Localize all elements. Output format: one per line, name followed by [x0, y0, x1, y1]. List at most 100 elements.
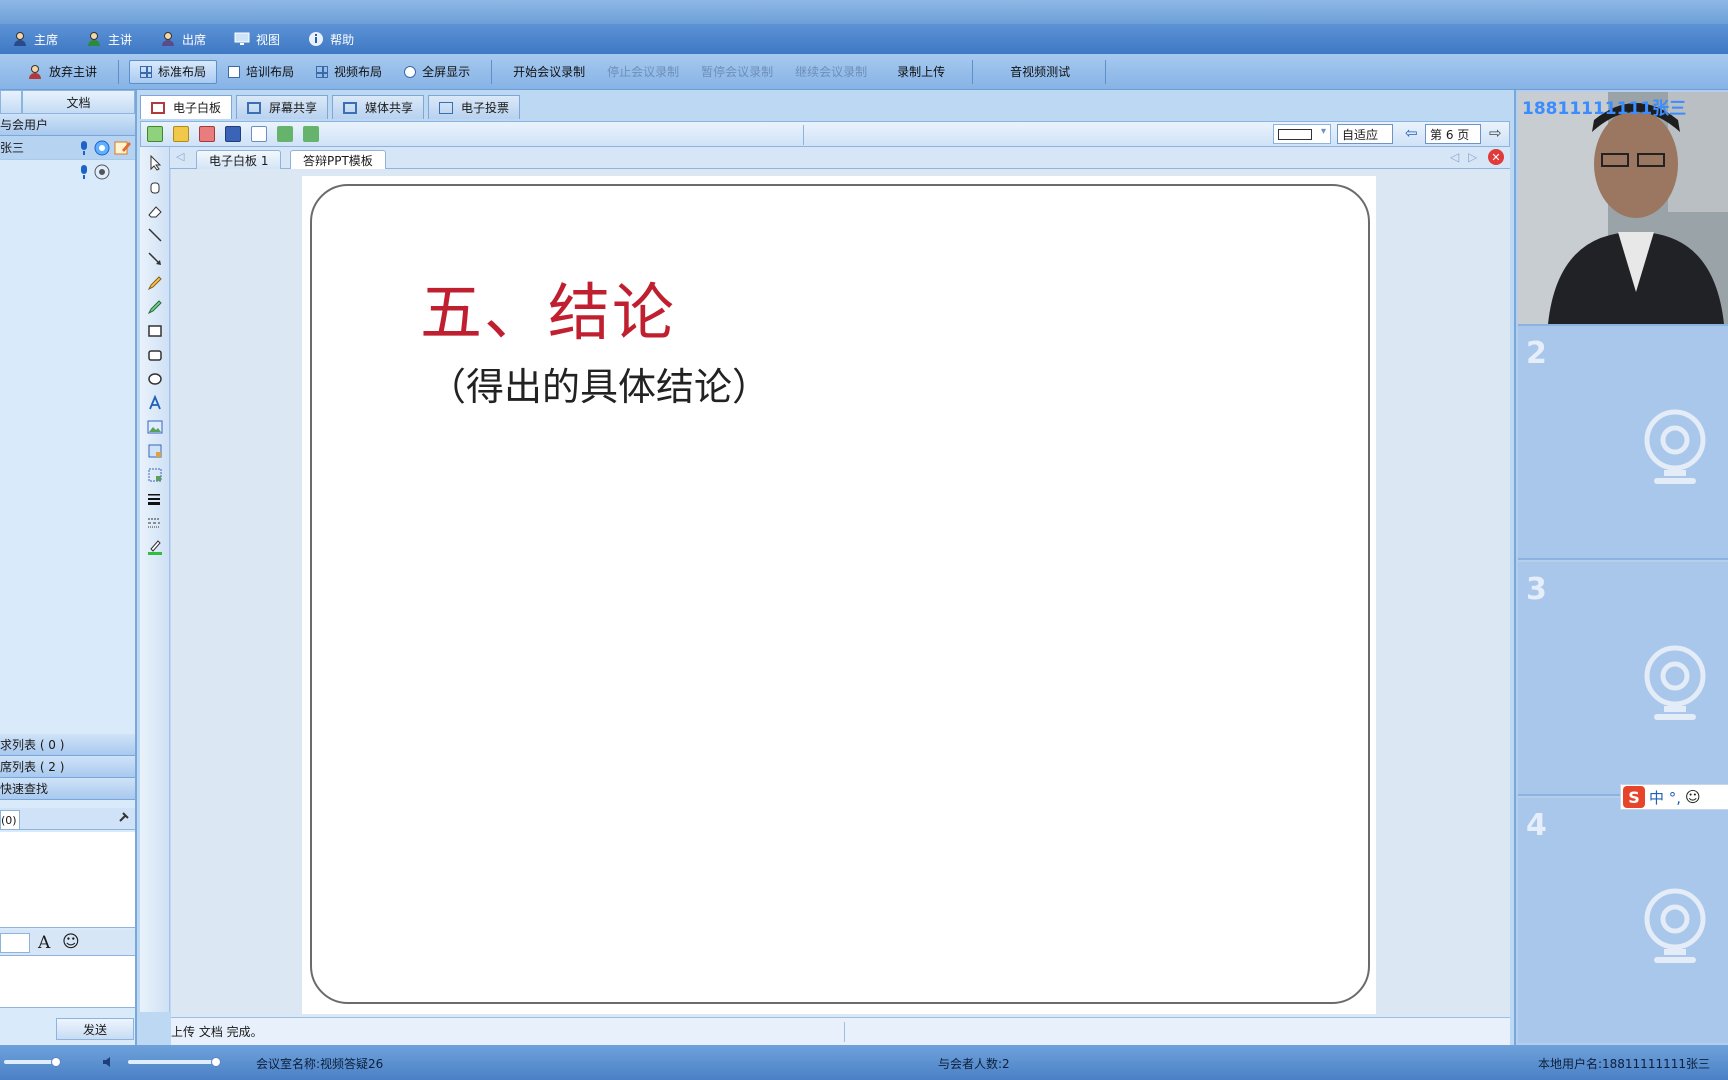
select-area-icon[interactable] [147, 467, 163, 483]
import-doc-icon[interactable] [199, 126, 215, 142]
stop-record-button[interactable]: 停止会议录制 [596, 60, 690, 84]
video-slot-2-number: 2 [1526, 336, 1547, 371]
speaker-volume-slider[interactable] [128, 1060, 218, 1064]
user-row[interactable]: 张三 [0, 136, 135, 160]
quick-find-header[interactable]: 快速查找 [0, 778, 135, 800]
zoom-select[interactable]: 自适应 [1337, 124, 1393, 144]
snapshot-icon[interactable] [251, 126, 267, 142]
chat-input[interactable] [0, 956, 135, 1008]
new-page-icon[interactable] [147, 126, 163, 142]
tab-media-share[interactable]: 媒体共享 [332, 95, 425, 119]
prev-page-icon[interactable]: ⇦ [1405, 124, 1418, 142]
attendees-header-label: 与会用户 [0, 118, 49, 132]
attend-list-header[interactable]: 席列表 ( 2 ) [0, 756, 135, 778]
next-page-icon[interactable]: ⇨ [1489, 124, 1502, 142]
pencil-icon[interactable] [147, 275, 163, 291]
microphone-icon[interactable] [78, 164, 90, 180]
speaker-volume-knob[interactable] [211, 1057, 221, 1067]
open-folder-icon[interactable] [173, 126, 189, 142]
send-button[interactable]: 发送 [56, 1018, 134, 1040]
video-slot-3-number: 3 [1526, 572, 1547, 607]
line-style-icon[interactable] [147, 515, 163, 531]
text-icon[interactable] [147, 395, 163, 411]
camera-icon[interactable] [94, 164, 110, 180]
tab-users[interactable] [0, 90, 22, 114]
whiteboard-status-bar: 上传 文档 完成。 [171, 1017, 1510, 1045]
speaker-icon[interactable] [102, 1055, 116, 1069]
video-slot-4[interactable]: 4 [1518, 798, 1728, 1043]
request-list-header[interactable]: 求列表 ( 0 ) [0, 734, 135, 756]
tab-screen-share[interactable]: 屏幕共享 [236, 95, 329, 119]
hand-icon[interactable] [147, 179, 163, 195]
menu-presenter[interactable]: 主讲 [86, 31, 132, 48]
ime-logo-icon: S [1623, 786, 1645, 808]
center-tabbar: 电子白板 屏幕共享 媒体共享 电子投票 [140, 95, 1510, 121]
chevron-down-icon: ▾ [1320, 126, 1326, 137]
give-up-presenter-button[interactable]: 放弃主讲 [16, 60, 108, 84]
video-slot-1[interactable]: 18811111111张三 [1518, 92, 1728, 326]
emoji-icon[interactable]: ☺ [1685, 788, 1701, 806]
rotate-right-icon[interactable] [303, 126, 319, 142]
pin-icon[interactable] [117, 812, 129, 824]
screenshot-icon[interactable] [147, 443, 163, 459]
line-width-icon[interactable] [147, 491, 163, 507]
chat-history[interactable] [0, 832, 135, 928]
mic-volume-knob[interactable] [51, 1057, 61, 1067]
menu-attend[interactable]: 出席 [160, 31, 206, 48]
standard-layout-button[interactable]: 标准布局 [129, 59, 218, 84]
menu-help[interactable]: 帮助 [308, 31, 354, 48]
start-record-button[interactable]: 开始会议录制 [502, 60, 596, 84]
arrow-icon[interactable] [147, 251, 163, 267]
scroll-prev-icon[interactable]: ◁ [1450, 150, 1459, 164]
video-slot-3[interactable]: 3 [1518, 562, 1728, 796]
training-layout-button[interactable]: 培训布局 [217, 60, 305, 84]
pen-color-icon[interactable] [147, 539, 163, 555]
save-icon[interactable] [225, 126, 241, 142]
quick-find-label: 快速查找 [0, 782, 49, 796]
camera-icon[interactable] [94, 140, 110, 156]
rectangle-icon[interactable] [147, 323, 163, 339]
color-select[interactable]: ▾ [1273, 124, 1331, 144]
ellipse-icon[interactable] [147, 371, 163, 387]
video-layout-button[interactable]: 视频布局 [305, 60, 393, 84]
ime-toolbar[interactable]: S 中 °, ☺ [1620, 784, 1728, 810]
rounded-rect-icon[interactable] [147, 347, 163, 363]
emoji-icon[interactable]: ☺ [62, 932, 80, 952]
attendees-header[interactable]: 与会用户 [0, 114, 135, 136]
subtab-ppt[interactable]: 答辩PPT模板 [290, 150, 386, 169]
line-icon[interactable] [147, 227, 163, 243]
font-size-select[interactable] [0, 933, 30, 953]
toolbar-divider [118, 59, 120, 84]
image-icon[interactable] [147, 419, 163, 435]
fullscreen-button[interactable]: 全屏显示 [393, 60, 481, 84]
menu-chair[interactable]: 主席 [12, 31, 58, 48]
close-icon[interactable]: ✕ [1488, 149, 1504, 165]
monitor-icon [234, 32, 250, 45]
highlighter-icon[interactable] [147, 299, 163, 315]
tab-docs[interactable]: 文档 [22, 90, 135, 114]
upload-record-button[interactable]: 录制上传 [886, 60, 956, 84]
video-slot-2[interactable]: 2 [1518, 326, 1728, 560]
menu-bar: 主席 主讲 出席 视图 帮助 [0, 24, 1728, 54]
chat-tab[interactable]: (0) [0, 810, 20, 830]
edit-icon[interactable] [114, 140, 132, 156]
cursor-icon[interactable] [147, 155, 163, 171]
mic-volume-slider[interactable] [4, 1060, 58, 1064]
rotate-left-icon[interactable] [277, 126, 293, 142]
page-select[interactable]: 第 6 页 [1425, 124, 1481, 144]
menu-view[interactable]: 视图 [234, 31, 280, 48]
tab-vote[interactable]: 电子投票 [428, 95, 521, 119]
resume-record-button[interactable]: 继续会议录制 [784, 60, 878, 84]
microphone-icon[interactable] [78, 140, 90, 156]
pause-record-button[interactable]: 暂停会议录制 [690, 60, 784, 84]
scroll-left-icon[interactable]: ◁ [176, 150, 184, 163]
menu-chair-label: 主席 [34, 32, 59, 47]
scroll-next-icon[interactable]: ▷ [1468, 150, 1477, 164]
tab-whiteboard[interactable]: 电子白板 [140, 95, 233, 119]
subtab-whiteboard-1[interactable]: 电子白板 1 [196, 150, 282, 169]
av-test-button[interactable]: 音视频测试 [999, 60, 1081, 84]
fullscreen-icon [404, 65, 417, 78]
eraser-icon[interactable] [147, 203, 163, 219]
menu-view-label: 视图 [256, 32, 281, 47]
font-icon[interactable]: A [38, 933, 50, 953]
